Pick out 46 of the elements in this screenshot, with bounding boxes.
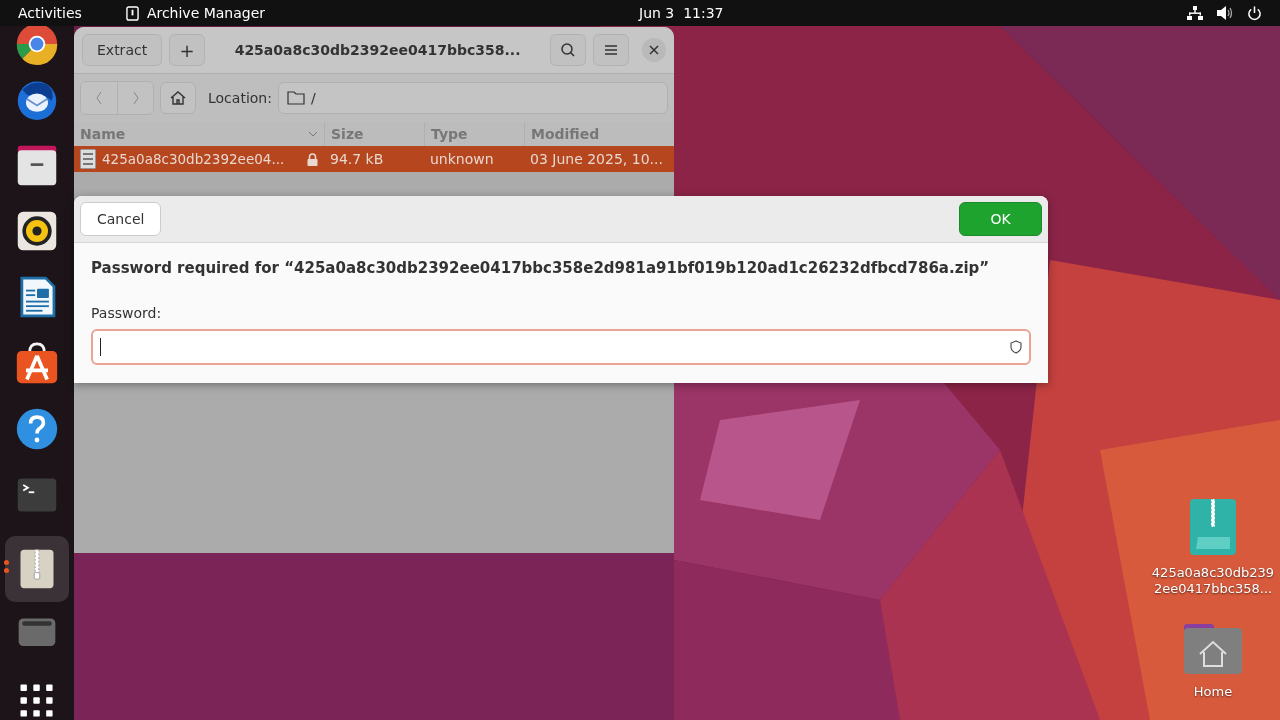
- shield-icon: [1010, 340, 1022, 354]
- zip-file-icon[interactable]: [1190, 499, 1236, 555]
- text-cursor: [100, 338, 101, 356]
- power-icon[interactable]: [1247, 5, 1262, 21]
- volume-icon[interactable]: [1217, 6, 1233, 20]
- location-label: Location:: [208, 90, 272, 106]
- browser-icon[interactable]: [15, 26, 59, 66]
- running-indicator: [4, 560, 9, 573]
- shopping-bag-icon[interactable]: [15, 341, 59, 385]
- home-folder-icon[interactable]: [1184, 624, 1242, 674]
- close-icon: [649, 45, 659, 55]
- menu-icon: [604, 44, 618, 56]
- file-row[interactable]: 425a0a8c30db2392ee04... 94.7 kB unknown 03 June 2025, 10...: [74, 146, 674, 172]
- field-label: Password:: [91, 305, 163, 321]
- activities-button[interactable]: Activities: [18, 5, 82, 21]
- clock[interactable]: Jun 3 11:37: [639, 5, 724, 21]
- home-icon: [170, 90, 186, 106]
- extract-button[interactable]: Extract: [82, 34, 163, 66]
- desktop-icon-label: 425a0a8c30db2392ee0417bbc358...: [1150, 565, 1276, 598]
- home-button[interactable]: [160, 82, 196, 114]
- dialog-message: Password required for “425a0a8c30db2392ee0417bbc358e2d981a91bf019b120ad1c26232dfbcd786a.zip”: [91, 259, 991, 277]
- close-button[interactable]: [642, 38, 666, 62]
- search-icon: [560, 42, 576, 58]
- table-cell-text: 425a0a8c30db2392ee04...: [102, 151, 286, 167]
- speaker-icon[interactable]: [15, 209, 59, 253]
- add-button[interactable]: +: [169, 34, 206, 66]
- table-cell-text: 94.7 kB: [329, 151, 385, 167]
- network-icon[interactable]: [1187, 6, 1203, 20]
- folder-icon: [286, 91, 305, 105]
- table-cell-text: unknown: [429, 151, 495, 167]
- window-title: 425a0a8c30db2392ee0417bbc358...: [233, 42, 522, 58]
- app-menu[interactable]: Archive Manager: [146, 5, 266, 21]
- desktop-icon-label: Home: [1192, 684, 1234, 701]
- chevron-right-icon: [131, 91, 140, 105]
- search-button[interactable]: [550, 34, 586, 66]
- chevron-left-icon: [95, 91, 103, 105]
- cancel-button[interactable]: Cancel: [80, 202, 162, 236]
- menu-button[interactable]: [593, 34, 629, 66]
- binary-file-icon: [80, 149, 96, 169]
- password-field[interactable]: [91, 329, 1031, 365]
- help-icon[interactable]: [15, 407, 59, 451]
- archive-icon: [125, 5, 139, 21]
- dock-item[interactable]: [5, 536, 69, 602]
- location-field[interactable]: /: [277, 82, 668, 114]
- file-cabinet-icon[interactable]: [15, 143, 59, 187]
- table-cell-text: 03 June 2025, 10...: [529, 151, 664, 167]
